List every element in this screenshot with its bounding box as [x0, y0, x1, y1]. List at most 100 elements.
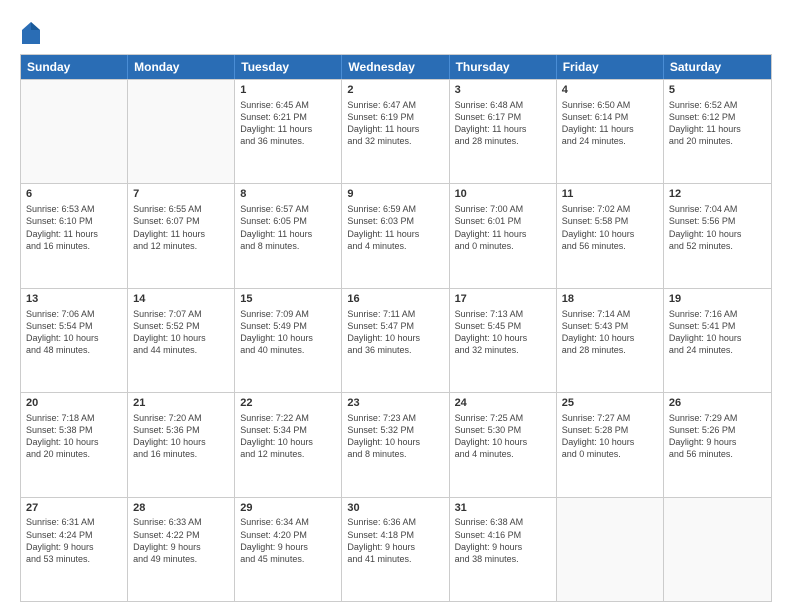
day-info: Sunrise: 7:09 AM Sunset: 5:49 PM Dayligh… [240, 308, 336, 357]
day-cell-30: 30Sunrise: 6:36 AM Sunset: 4:18 PM Dayli… [342, 498, 449, 601]
day-info: Sunrise: 7:27 AM Sunset: 5:28 PM Dayligh… [562, 412, 658, 461]
calendar-body: 1Sunrise: 6:45 AM Sunset: 6:21 PM Daylig… [21, 79, 771, 601]
week-row-5: 27Sunrise: 6:31 AM Sunset: 4:24 PM Dayli… [21, 497, 771, 601]
week-row-4: 20Sunrise: 7:18 AM Sunset: 5:38 PM Dayli… [21, 392, 771, 496]
page: SundayMondayTuesdayWednesdayThursdayFrid… [0, 0, 792, 612]
day-cell-29: 29Sunrise: 6:34 AM Sunset: 4:20 PM Dayli… [235, 498, 342, 601]
day-info: Sunrise: 6:34 AM Sunset: 4:20 PM Dayligh… [240, 516, 336, 565]
day-info: Sunrise: 6:33 AM Sunset: 4:22 PM Dayligh… [133, 516, 229, 565]
day-info: Sunrise: 6:57 AM Sunset: 6:05 PM Dayligh… [240, 203, 336, 252]
day-cell-28: 28Sunrise: 6:33 AM Sunset: 4:22 PM Dayli… [128, 498, 235, 601]
day-cell-13: 13Sunrise: 7:06 AM Sunset: 5:54 PM Dayli… [21, 289, 128, 392]
day-cell-2: 2Sunrise: 6:47 AM Sunset: 6:19 PM Daylig… [342, 80, 449, 183]
day-info: Sunrise: 6:55 AM Sunset: 6:07 PM Dayligh… [133, 203, 229, 252]
day-number: 13 [26, 292, 122, 307]
day-cell-empty-4-6 [664, 498, 771, 601]
day-number: 20 [26, 396, 122, 411]
day-cell-24: 24Sunrise: 7:25 AM Sunset: 5:30 PM Dayli… [450, 393, 557, 496]
day-info: Sunrise: 6:48 AM Sunset: 6:17 PM Dayligh… [455, 99, 551, 148]
day-info: Sunrise: 6:59 AM Sunset: 6:03 PM Dayligh… [347, 203, 443, 252]
header-day-monday: Monday [128, 55, 235, 79]
logo-icon [22, 22, 40, 44]
day-cell-20: 20Sunrise: 7:18 AM Sunset: 5:38 PM Dayli… [21, 393, 128, 496]
day-number: 10 [455, 187, 551, 202]
header-day-friday: Friday [557, 55, 664, 79]
day-cell-25: 25Sunrise: 7:27 AM Sunset: 5:28 PM Dayli… [557, 393, 664, 496]
day-number: 25 [562, 396, 658, 411]
day-number: 15 [240, 292, 336, 307]
day-cell-19: 19Sunrise: 7:16 AM Sunset: 5:41 PM Dayli… [664, 289, 771, 392]
day-cell-1: 1Sunrise: 6:45 AM Sunset: 6:21 PM Daylig… [235, 80, 342, 183]
day-cell-7: 7Sunrise: 6:55 AM Sunset: 6:07 PM Daylig… [128, 184, 235, 287]
week-row-1: 1Sunrise: 6:45 AM Sunset: 6:21 PM Daylig… [21, 79, 771, 183]
day-number: 18 [562, 292, 658, 307]
day-number: 6 [26, 187, 122, 202]
day-number: 30 [347, 501, 443, 516]
day-cell-5: 5Sunrise: 6:52 AM Sunset: 6:12 PM Daylig… [664, 80, 771, 183]
day-number: 22 [240, 396, 336, 411]
day-cell-6: 6Sunrise: 6:53 AM Sunset: 6:10 PM Daylig… [21, 184, 128, 287]
day-number: 27 [26, 501, 122, 516]
day-cell-empty-0-0 [21, 80, 128, 183]
day-cell-3: 3Sunrise: 6:48 AM Sunset: 6:17 PM Daylig… [450, 80, 557, 183]
day-info: Sunrise: 7:14 AM Sunset: 5:43 PM Dayligh… [562, 308, 658, 357]
day-number: 23 [347, 396, 443, 411]
header-day-thursday: Thursday [450, 55, 557, 79]
day-info: Sunrise: 7:02 AM Sunset: 5:58 PM Dayligh… [562, 203, 658, 252]
day-cell-empty-4-5 [557, 498, 664, 601]
day-number: 19 [669, 292, 766, 307]
day-number: 12 [669, 187, 766, 202]
day-info: Sunrise: 7:20 AM Sunset: 5:36 PM Dayligh… [133, 412, 229, 461]
day-number: 26 [669, 396, 766, 411]
day-cell-4: 4Sunrise: 6:50 AM Sunset: 6:14 PM Daylig… [557, 80, 664, 183]
day-cell-22: 22Sunrise: 7:22 AM Sunset: 5:34 PM Dayli… [235, 393, 342, 496]
header-day-tuesday: Tuesday [235, 55, 342, 79]
day-number: 9 [347, 187, 443, 202]
day-info: Sunrise: 7:06 AM Sunset: 5:54 PM Dayligh… [26, 308, 122, 357]
day-cell-9: 9Sunrise: 6:59 AM Sunset: 6:03 PM Daylig… [342, 184, 449, 287]
day-info: Sunrise: 7:23 AM Sunset: 5:32 PM Dayligh… [347, 412, 443, 461]
day-info: Sunrise: 7:13 AM Sunset: 5:45 PM Dayligh… [455, 308, 551, 357]
day-info: Sunrise: 7:16 AM Sunset: 5:41 PM Dayligh… [669, 308, 766, 357]
day-number: 11 [562, 187, 658, 202]
day-cell-14: 14Sunrise: 7:07 AM Sunset: 5:52 PM Dayli… [128, 289, 235, 392]
day-cell-11: 11Sunrise: 7:02 AM Sunset: 5:58 PM Dayli… [557, 184, 664, 287]
day-cell-31: 31Sunrise: 6:38 AM Sunset: 4:16 PM Dayli… [450, 498, 557, 601]
day-info: Sunrise: 6:38 AM Sunset: 4:16 PM Dayligh… [455, 516, 551, 565]
day-cell-23: 23Sunrise: 7:23 AM Sunset: 5:32 PM Dayli… [342, 393, 449, 496]
day-cell-empty-0-1 [128, 80, 235, 183]
week-row-3: 13Sunrise: 7:06 AM Sunset: 5:54 PM Dayli… [21, 288, 771, 392]
day-number: 5 [669, 83, 766, 98]
header [20, 16, 772, 44]
calendar: SundayMondayTuesdayWednesdayThursdayFrid… [20, 54, 772, 602]
day-info: Sunrise: 7:25 AM Sunset: 5:30 PM Dayligh… [455, 412, 551, 461]
day-cell-26: 26Sunrise: 7:29 AM Sunset: 5:26 PM Dayli… [664, 393, 771, 496]
day-cell-12: 12Sunrise: 7:04 AM Sunset: 5:56 PM Dayli… [664, 184, 771, 287]
day-info: Sunrise: 7:11 AM Sunset: 5:47 PM Dayligh… [347, 308, 443, 357]
day-number: 8 [240, 187, 336, 202]
day-info: Sunrise: 7:07 AM Sunset: 5:52 PM Dayligh… [133, 308, 229, 357]
day-number: 29 [240, 501, 336, 516]
day-info: Sunrise: 6:45 AM Sunset: 6:21 PM Dayligh… [240, 99, 336, 148]
header-day-wednesday: Wednesday [342, 55, 449, 79]
day-number: 17 [455, 292, 551, 307]
day-number: 2 [347, 83, 443, 98]
day-info: Sunrise: 6:36 AM Sunset: 4:18 PM Dayligh… [347, 516, 443, 565]
day-info: Sunrise: 6:53 AM Sunset: 6:10 PM Dayligh… [26, 203, 122, 252]
day-number: 4 [562, 83, 658, 98]
day-cell-10: 10Sunrise: 7:00 AM Sunset: 6:01 PM Dayli… [450, 184, 557, 287]
day-cell-27: 27Sunrise: 6:31 AM Sunset: 4:24 PM Dayli… [21, 498, 128, 601]
day-info: Sunrise: 7:22 AM Sunset: 5:34 PM Dayligh… [240, 412, 336, 461]
day-info: Sunrise: 6:47 AM Sunset: 6:19 PM Dayligh… [347, 99, 443, 148]
day-number: 16 [347, 292, 443, 307]
day-cell-8: 8Sunrise: 6:57 AM Sunset: 6:05 PM Daylig… [235, 184, 342, 287]
calendar-header: SundayMondayTuesdayWednesdayThursdayFrid… [21, 55, 771, 79]
day-cell-17: 17Sunrise: 7:13 AM Sunset: 5:45 PM Dayli… [450, 289, 557, 392]
header-day-saturday: Saturday [664, 55, 771, 79]
week-row-2: 6Sunrise: 6:53 AM Sunset: 6:10 PM Daylig… [21, 183, 771, 287]
day-info: Sunrise: 7:04 AM Sunset: 5:56 PM Dayligh… [669, 203, 766, 252]
day-cell-18: 18Sunrise: 7:14 AM Sunset: 5:43 PM Dayli… [557, 289, 664, 392]
logo [20, 20, 40, 44]
day-info: Sunrise: 6:52 AM Sunset: 6:12 PM Dayligh… [669, 99, 766, 148]
day-info: Sunrise: 7:00 AM Sunset: 6:01 PM Dayligh… [455, 203, 551, 252]
